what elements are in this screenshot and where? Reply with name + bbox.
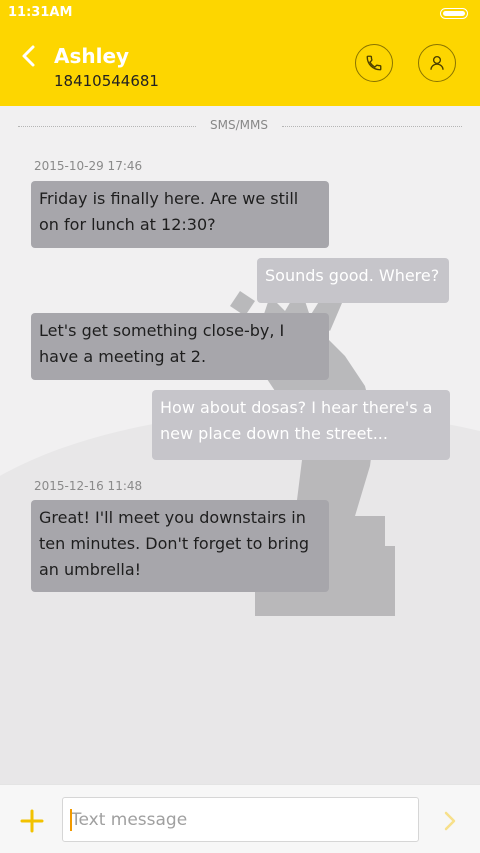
divider-right xyxy=(282,126,462,127)
outgoing-message[interactable]: Sounds good. Where? xyxy=(257,258,449,303)
chevron-left-icon xyxy=(22,45,35,67)
incoming-message[interactable]: Friday is finally here. Are we still on … xyxy=(31,181,329,248)
person-icon xyxy=(430,55,444,70)
app-header: 11:31AM Ashley 18410544681 xyxy=(0,0,480,106)
status-time: 11:31AM xyxy=(8,5,73,20)
contact-details-button[interactable] xyxy=(418,44,456,82)
contact-number: 18410544681 xyxy=(54,72,159,90)
attach-button[interactable] xyxy=(20,809,44,833)
back-button[interactable] xyxy=(14,42,44,72)
call-button[interactable] xyxy=(355,44,393,82)
channel-label: SMS/MMS xyxy=(210,118,268,132)
send-button[interactable] xyxy=(440,809,460,833)
contact-name: Ashley xyxy=(54,44,130,68)
message-thread[interactable]: SMS/MMS 2015-10-29 17:46 Friday is final… xyxy=(0,106,480,784)
chevron-right-icon xyxy=(444,811,456,831)
message-input[interactable] xyxy=(62,797,419,842)
message-timestamp: 2015-10-29 17:46 xyxy=(34,159,143,173)
incoming-message[interactable]: Let's get something close-by, I have a m… xyxy=(31,313,329,380)
text-cursor xyxy=(70,809,72,831)
divider-left xyxy=(18,126,196,127)
incoming-message[interactable]: Great! I'll meet you downstairs in ten m… xyxy=(31,500,329,592)
message-timestamp: 2015-12-16 11:48 xyxy=(34,479,143,493)
outgoing-message[interactable]: How about dosas? I hear there's a new pl… xyxy=(152,390,450,460)
plus-icon xyxy=(20,809,44,833)
composer-bar xyxy=(0,784,480,853)
phone-icon xyxy=(366,55,382,71)
battery-icon xyxy=(440,8,468,19)
